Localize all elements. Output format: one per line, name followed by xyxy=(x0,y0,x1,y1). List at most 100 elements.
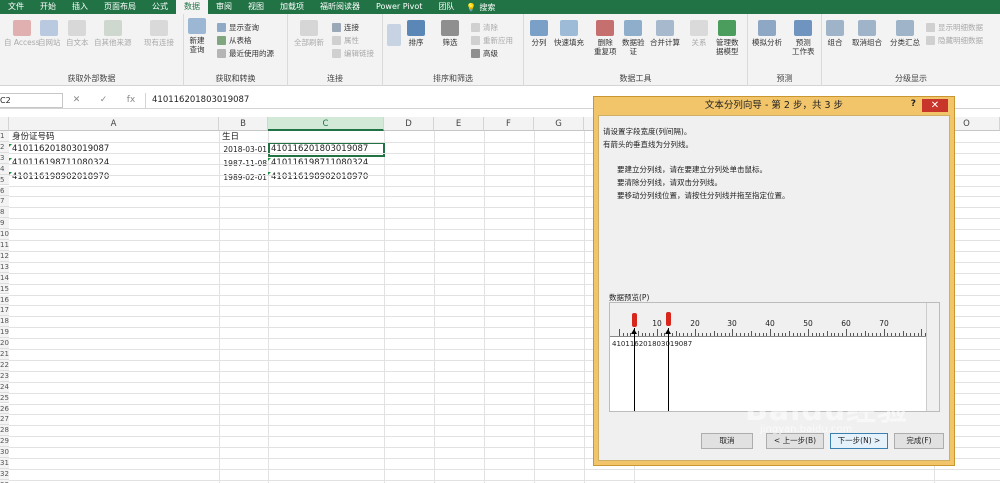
relationships-button[interactable]: 关系 xyxy=(690,20,708,47)
row-header[interactable]: 16 xyxy=(0,294,9,306)
help-icon[interactable]: ? xyxy=(911,99,916,109)
row-header[interactable]: 30 xyxy=(0,447,9,458)
column-break-line[interactable] xyxy=(668,328,669,411)
column-header-e[interactable]: E xyxy=(434,117,484,131)
tab-formulas[interactable]: 公式 xyxy=(144,0,176,14)
row-header[interactable]: 6 xyxy=(0,185,9,197)
consolidate-button[interactable]: 合并计算 xyxy=(650,20,680,47)
from-text-button[interactable]: 自文本 xyxy=(66,20,89,47)
insert-function-icon[interactable]: fx xyxy=(127,95,136,105)
row-header[interactable]: 13 xyxy=(0,261,9,273)
row-header[interactable]: 12 xyxy=(0,250,9,262)
sort-button[interactable]: 排序 xyxy=(407,20,425,47)
show-detail-button[interactable]: 显示明细数据 xyxy=(926,22,983,33)
column-header-d[interactable]: D xyxy=(384,117,434,131)
column-header-f[interactable]: F xyxy=(484,117,534,131)
row-header[interactable]: 5 xyxy=(0,174,9,186)
remove-duplicates-button[interactable]: 删除 重复项 xyxy=(594,20,617,56)
from-web-button[interactable]: 自网站 xyxy=(38,20,61,47)
tab-home[interactable]: 开始 xyxy=(32,0,64,14)
row-header[interactable]: 9 xyxy=(0,218,9,230)
next-button[interactable]: 下一步(N) > xyxy=(830,433,888,449)
row-header[interactable]: 4 xyxy=(0,163,9,175)
name-box[interactable]: C2 xyxy=(0,92,63,108)
column-break-line[interactable] xyxy=(634,328,635,411)
preview-vertical-scrollbar[interactable] xyxy=(926,303,939,411)
tab-insert[interactable]: 插入 xyxy=(64,0,96,14)
row-header[interactable]: 11 xyxy=(0,240,9,251)
row-header[interactable]: 18 xyxy=(0,316,9,328)
finish-button[interactable]: 完成(F) xyxy=(894,433,944,449)
select-all-corner[interactable] xyxy=(0,117,9,131)
tab-team[interactable]: 团队 xyxy=(430,0,462,14)
text-to-columns-button[interactable]: 分列 xyxy=(530,20,548,47)
tab-power-pivot[interactable]: Power Pivot xyxy=(368,0,430,14)
row-header[interactable]: 22 xyxy=(0,359,9,371)
recent-sources-button[interactable]: 最近使用的源 xyxy=(217,48,274,59)
row-header[interactable]: 2 xyxy=(0,141,9,153)
forecast-sheet-button[interactable]: 预测 工作表 xyxy=(792,20,815,56)
row-header[interactable]: 14 xyxy=(0,272,9,284)
properties-button[interactable]: 属性 xyxy=(332,35,359,46)
refresh-all-button[interactable]: 全部刷新 xyxy=(294,20,324,47)
row-header[interactable]: 26 xyxy=(0,403,9,415)
advanced-filter-button[interactable]: 高级 xyxy=(471,48,498,59)
tab-foxit[interactable]: 福昕阅读器 xyxy=(312,0,368,14)
tab-view[interactable]: 视图 xyxy=(240,0,272,14)
existing-connections-button[interactable]: 现有连接 xyxy=(144,20,174,47)
column-header-g[interactable]: G xyxy=(534,117,584,131)
clear-filter-button[interactable]: 清除 xyxy=(471,22,498,33)
tab-file[interactable]: 文件 xyxy=(0,0,32,14)
column-header-c[interactable]: C xyxy=(268,117,384,131)
cancel-entry-icon[interactable]: ✕ xyxy=(73,95,81,105)
tab-data[interactable]: 数据 xyxy=(176,0,208,14)
row-header[interactable]: 19 xyxy=(0,327,9,339)
group-button[interactable]: 组合 xyxy=(826,20,844,47)
row-header[interactable]: 24 xyxy=(0,381,9,393)
filter-button[interactable]: 筛选 xyxy=(441,20,459,47)
flash-fill-button[interactable]: 快速填充 xyxy=(554,20,584,47)
row-header[interactable]: 10 xyxy=(0,229,9,240)
sort-az-button[interactable] xyxy=(387,24,401,48)
error-indicator[interactable] xyxy=(9,144,12,147)
from-table-button[interactable]: 从表格 xyxy=(217,35,252,46)
row-header[interactable]: 15 xyxy=(0,283,9,295)
row-header[interactable]: 32 xyxy=(0,468,9,480)
row-header[interactable]: 1 xyxy=(0,131,9,142)
show-queries-button[interactable]: 显示查询 xyxy=(217,22,259,33)
column-header-b[interactable]: B xyxy=(219,117,268,131)
row-header[interactable]: 29 xyxy=(0,436,9,448)
row-header[interactable]: 7 xyxy=(0,196,9,208)
ungroup-button[interactable]: 取消组合 xyxy=(852,20,882,47)
subtotal-button[interactable]: 分类汇总 xyxy=(890,20,920,47)
row-header[interactable]: 27 xyxy=(0,414,9,426)
back-button[interactable]: < 上一步(B) xyxy=(766,433,824,449)
row-header[interactable]: 28 xyxy=(0,425,9,437)
tab-addins[interactable]: 加载项 xyxy=(272,0,312,14)
error-indicator[interactable] xyxy=(9,158,12,161)
tell-me-search[interactable]: 💡 搜索 xyxy=(466,2,495,13)
cancel-button[interactable]: 取消 xyxy=(701,433,753,449)
close-icon[interactable]: ✕ xyxy=(922,99,948,112)
row-header[interactable]: 3 xyxy=(0,152,9,164)
data-validation-button[interactable]: 数据验证 xyxy=(622,20,645,56)
row-header[interactable]: 8 xyxy=(0,207,9,219)
new-query-button[interactable]: 新建 查询 xyxy=(188,18,206,54)
hide-detail-button[interactable]: 隐藏明细数据 xyxy=(926,35,983,46)
edit-links-button[interactable]: 编辑链接 xyxy=(332,48,374,59)
row-header[interactable]: 20 xyxy=(0,338,9,349)
reapply-button[interactable]: 重新应用 xyxy=(471,35,513,46)
row-header[interactable]: 25 xyxy=(0,392,9,404)
from-access-button[interactable]: 自 Access xyxy=(4,20,40,47)
what-if-analysis-button[interactable]: 模拟分析 xyxy=(752,20,782,47)
from-other-button[interactable]: 自其他来源 xyxy=(94,20,132,47)
error-indicator[interactable] xyxy=(268,158,271,161)
manage-data-model-button[interactable]: 管理数 据模型 xyxy=(716,20,739,56)
tab-page-layout[interactable]: 页面布局 xyxy=(96,0,144,14)
row-header[interactable]: 31 xyxy=(0,458,9,469)
row-header[interactable]: 21 xyxy=(0,349,9,360)
confirm-entry-icon[interactable]: ✓ xyxy=(100,95,108,105)
tab-review[interactable]: 审阅 xyxy=(208,0,240,14)
column-ruler[interactable]: 10 20 30 40 50 60 70 xyxy=(610,303,930,337)
column-header-a[interactable]: A xyxy=(9,117,219,131)
